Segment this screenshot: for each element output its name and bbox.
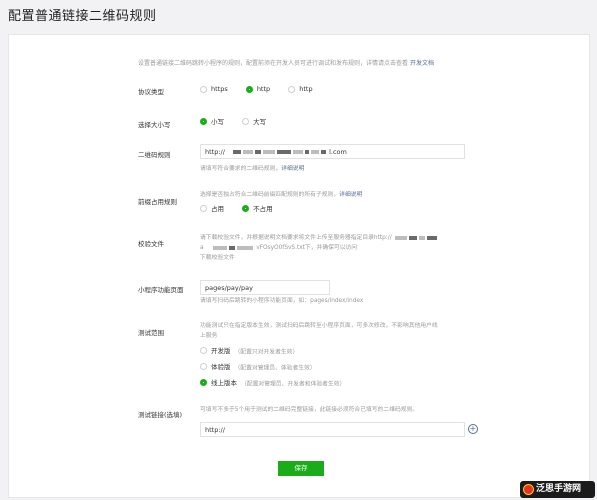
radio-dot bbox=[245, 85, 253, 93]
redacted-mark bbox=[243, 150, 253, 154]
case-upper-radio[interactable]: 大写 bbox=[242, 116, 266, 126]
radio-dot bbox=[200, 378, 207, 386]
intro-text: 设置普通链接二维码跳转小程序的规则，配置前须在开发人员可进行调试和发布规则，详情… bbox=[138, 58, 434, 67]
test-scope-trial-radio[interactable]: 体验版 （配置对管理员、体验者生效） bbox=[200, 361, 316, 374]
radio-label: 大写 bbox=[253, 118, 267, 126]
redacted-mark bbox=[237, 245, 254, 250]
radio-label: 小写 bbox=[211, 118, 224, 126]
radio-label: 不占用 bbox=[253, 205, 273, 213]
prefix-occupy-radio[interactable]: 占用 bbox=[200, 203, 224, 213]
radio-dot bbox=[200, 204, 207, 212]
redacted-mark bbox=[293, 150, 303, 154]
qr-rule-label: 二维码规则 bbox=[138, 151, 171, 159]
qr-rule-prefix: http:// bbox=[205, 148, 225, 156]
watermark-logo: 泛思手游网 bbox=[520, 481, 595, 498]
radio-dot bbox=[200, 85, 207, 93]
redacted-mark bbox=[418, 235, 425, 240]
prefix-not-occupy-radio[interactable]: 不占用 bbox=[242, 203, 273, 213]
test-scope-dev-radio[interactable]: 开发版 （配置只对开发者生效） bbox=[200, 345, 298, 358]
prefix-rule-label: 前缀占用规则 bbox=[138, 198, 177, 206]
prefix-rule-hint: 选择是否独占符合二维码前缀匹配规则的所有子规则，详细说明 bbox=[200, 191, 362, 200]
prefix-rule-radio-group: 占用 不占用 bbox=[200, 203, 289, 214]
radio-label: http bbox=[299, 85, 313, 93]
redacted-mark bbox=[426, 235, 437, 240]
qr-rule-hint: 请填写符合要求的二维码规则，详细说明 bbox=[200, 165, 304, 174]
redacted-mark bbox=[213, 245, 228, 250]
redacted-mark bbox=[408, 235, 417, 240]
page-path-hint: 请填写扫码后跳转的小程序功能页面，如：pages/index/index bbox=[200, 298, 364, 304]
test-scope-hint-line2: 上服务 bbox=[200, 333, 218, 339]
redacted-mark bbox=[321, 150, 326, 154]
radio-dot bbox=[200, 362, 207, 370]
radio-label: 占用 bbox=[211, 205, 224, 213]
redacted-mark bbox=[305, 150, 309, 154]
download-verify-file-link[interactable]: 下载校验文件 bbox=[200, 254, 235, 263]
redacted-mark bbox=[277, 150, 291, 154]
protocol-label: 协议类型 bbox=[138, 88, 164, 96]
radio-note: （配置对管理员、体验者生效） bbox=[234, 365, 316, 372]
radio-label: http bbox=[256, 85, 271, 93]
page-path-label: 小程序功能页面 bbox=[138, 286, 184, 294]
prefix-rule-hint-text: 选择是否独占符合二维码前缀匹配规则的所有子规则， bbox=[200, 192, 340, 198]
redacted-mark bbox=[233, 150, 241, 154]
radio-dot bbox=[242, 117, 250, 125]
test-scope-release-radio[interactable]: 线上版本 （配置对管理员、开发者和体验者生效） bbox=[200, 377, 345, 390]
case-radio-group: 小写 大写 bbox=[200, 116, 282, 127]
page-title: 配置普通链接二维码规则 bbox=[8, 9, 157, 24]
protocol-radio-group: https http http bbox=[200, 85, 329, 95]
qr-rule-hint-text: 请填写符合要求的二维码规则， bbox=[200, 166, 282, 172]
watermark-text: 泛思手游网 bbox=[536, 484, 582, 494]
radio-wrap: 线上版本 bbox=[200, 377, 237, 387]
radio-note: （配置只对开发者生效） bbox=[234, 349, 299, 356]
protocol-http-radio[interactable]: http bbox=[245, 85, 271, 93]
protocol-http-radio-2[interactable]: http bbox=[288, 85, 313, 93]
verify-hint-line2: a vFOsyO0fSvS.txt下，并确保可以访问 bbox=[200, 244, 357, 253]
verify-hint-text: 请下载校验文件，并根据说明文档要求将文件上传至服务器指定目录http:// bbox=[200, 235, 392, 241]
radio-label: https bbox=[211, 85, 228, 93]
qr-rule-suffix: l.com bbox=[329, 148, 347, 156]
radio-note: （配置对管理员、开发者和体验者生效） bbox=[241, 381, 346, 388]
radio-label: 开发版 bbox=[211, 347, 231, 355]
test-scope-hint-line1: 功能测试只在指定版本生效，测试扫码后跳转至小程序页面，可多次修改，不影响其他用户… bbox=[200, 323, 438, 329]
qr-rule-detail-link[interactable]: 详细说明 bbox=[281, 166, 304, 172]
radio-dot bbox=[288, 85, 296, 93]
radio-label: 线上版本 bbox=[211, 379, 237, 387]
test-link-input[interactable]: http:// bbox=[200, 422, 465, 437]
watermark-icon bbox=[523, 484, 534, 495]
test-link-label: 测试链接(选填) bbox=[138, 411, 183, 419]
redacted-mark bbox=[311, 150, 319, 154]
verify-path-suffix: vFOsyO0fSvS.txt下，并确保可以访问 bbox=[256, 245, 358, 251]
test-link-hint: 可填写不多于5个用于测试的二维码完整链接，此链接必须符合已填写的二维码规则。 bbox=[200, 407, 419, 413]
case-lower-radio[interactable]: 小写 bbox=[200, 116, 224, 126]
add-link-icon[interactable]: + bbox=[468, 424, 478, 434]
verify-hint-line1: 请下载校验文件，并根据说明文档要求将文件上传至服务器指定目录http:// bbox=[200, 234, 438, 243]
radio-dot bbox=[242, 204, 250, 212]
page-path-input[interactable]: pages/pay/pay bbox=[200, 280, 330, 295]
case-label: 选择大小写 bbox=[138, 121, 171, 129]
prefix-rule-detail-link[interactable]: 详细说明 bbox=[339, 192, 362, 198]
verify-file-label: 校验文件 bbox=[138, 240, 164, 248]
radio-dot bbox=[200, 346, 207, 354]
intro-description: 设置普通链接二维码跳转小程序的规则，配置前须在开发人员可进行调试和发布规则，详情… bbox=[138, 60, 409, 67]
save-button[interactable]: 保存 bbox=[278, 461, 324, 476]
qr-rule-input[interactable]: http:// l.com bbox=[200, 144, 465, 159]
redacted-mark bbox=[229, 245, 236, 250]
verify-path-prefix: a bbox=[200, 245, 204, 251]
redacted-mark bbox=[394, 235, 407, 240]
radio-label: 体验版 bbox=[211, 363, 231, 371]
test-scope-label: 测试范围 bbox=[138, 329, 164, 337]
redacted-mark bbox=[255, 150, 261, 154]
radio-dot bbox=[200, 117, 207, 125]
radio-wrap: 开发版 bbox=[200, 345, 231, 355]
protocol-https-radio[interactable]: https bbox=[200, 85, 228, 93]
dev-docs-link[interactable]: 开发文档 bbox=[410, 60, 434, 67]
radio-wrap: 体验版 bbox=[200, 361, 231, 371]
redacted-mark bbox=[263, 150, 275, 154]
